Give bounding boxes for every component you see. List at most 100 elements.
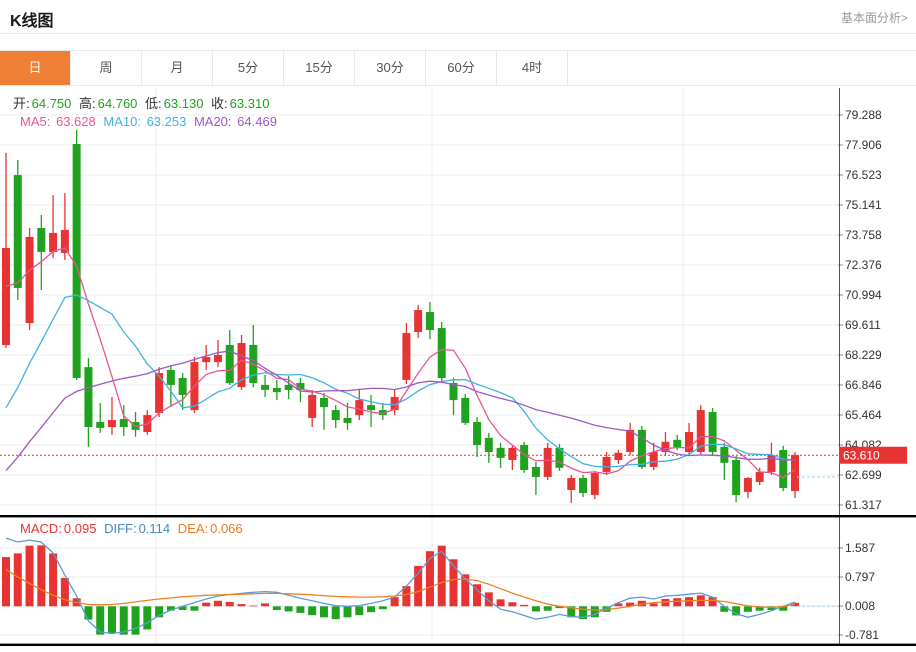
price-axis-label: 75.141 bbox=[845, 198, 882, 212]
price-axis-label: 70.994 bbox=[845, 288, 882, 302]
price-axis-label: 77.906 bbox=[845, 138, 882, 152]
macd-bar bbox=[96, 606, 104, 634]
macd-bar bbox=[296, 606, 304, 613]
macd-bar bbox=[532, 606, 540, 611]
candle-body bbox=[332, 410, 340, 420]
macd-bar bbox=[673, 598, 681, 606]
candle-body bbox=[37, 228, 45, 252]
candle-body bbox=[756, 472, 764, 482]
macd-bar bbox=[2, 557, 10, 606]
tab-month[interactable]: 月 bbox=[142, 51, 213, 85]
macd-bar bbox=[744, 606, 752, 612]
tab-day[interactable]: 日 bbox=[0, 51, 71, 85]
macd-bar bbox=[108, 606, 116, 633]
candle-body bbox=[591, 473, 599, 495]
macd-bar bbox=[26, 546, 34, 607]
candle-body bbox=[84, 367, 92, 427]
page-title: K线图 bbox=[10, 7, 54, 31]
candle-body bbox=[614, 453, 622, 460]
tab-week[interactable]: 周 bbox=[71, 51, 142, 85]
candle-body bbox=[532, 467, 540, 477]
macd-bar bbox=[685, 597, 693, 606]
macd-bar bbox=[332, 606, 340, 619]
macd-axis-label: 1.587 bbox=[845, 541, 875, 555]
period-tabbar: 日 周 月 5分 15分 30分 60分 4时 bbox=[0, 50, 916, 86]
candle-body bbox=[414, 310, 422, 332]
macd-bar bbox=[544, 606, 552, 610]
macd-bar bbox=[190, 606, 198, 610]
candle-body bbox=[579, 478, 587, 493]
candle-body bbox=[179, 378, 187, 395]
macd-bar bbox=[132, 606, 140, 634]
macd-bar bbox=[120, 606, 128, 634]
candle-body bbox=[202, 357, 210, 362]
panel-separator bbox=[0, 644, 916, 646]
candle-body bbox=[638, 430, 646, 467]
macd-bar bbox=[520, 605, 528, 606]
candle-body bbox=[485, 438, 493, 452]
macd-axis-label: -0.781 bbox=[845, 628, 879, 642]
price-axis-label: 65.464 bbox=[845, 408, 882, 422]
macd-bar bbox=[308, 606, 316, 615]
candle-body bbox=[367, 405, 375, 410]
macd-axis-label: 0.797 bbox=[845, 570, 875, 584]
candle-body bbox=[461, 398, 469, 423]
candle-body bbox=[320, 398, 328, 407]
macd-bar bbox=[202, 603, 210, 607]
macd-bar bbox=[143, 606, 151, 629]
panel-separator bbox=[0, 515, 916, 517]
macd-bar bbox=[49, 553, 57, 606]
tab-60min[interactable]: 60分 bbox=[426, 51, 497, 85]
candle-body bbox=[96, 422, 104, 428]
macd-bar bbox=[37, 545, 45, 606]
macd-bar bbox=[650, 603, 658, 606]
macd-bar bbox=[84, 606, 92, 619]
tab-5min[interactable]: 5分 bbox=[213, 51, 284, 85]
price-axis-label: 61.317 bbox=[845, 498, 882, 512]
macd-bar bbox=[355, 606, 363, 615]
candle-body bbox=[308, 395, 316, 418]
macd-bar bbox=[485, 592, 493, 606]
macd-bar bbox=[367, 606, 375, 612]
candle-body bbox=[49, 233, 57, 252]
kline-page: { "header": { "title": "K线图", "link": "基… bbox=[0, 0, 916, 647]
candle-body bbox=[14, 175, 22, 288]
candle-body bbox=[261, 385, 269, 390]
macd-bar bbox=[226, 602, 234, 606]
macd-bar bbox=[414, 566, 422, 606]
candle-body bbox=[344, 418, 352, 423]
macd-axis-label: 0.008 bbox=[845, 599, 875, 613]
macd-bar bbox=[249, 606, 257, 607]
macd-bar bbox=[61, 578, 69, 606]
fundamental-analysis-link[interactable]: 基本面分析> bbox=[841, 9, 908, 26]
current-price-badge-text: 63.610 bbox=[843, 449, 880, 463]
macd-bar bbox=[497, 599, 505, 606]
price-axis-label: 62.699 bbox=[845, 468, 882, 482]
candle-body bbox=[473, 422, 481, 445]
tab-30min[interactable]: 30分 bbox=[355, 51, 426, 85]
candle-body bbox=[673, 440, 681, 447]
candle-body bbox=[167, 370, 175, 385]
candle-body bbox=[108, 420, 116, 427]
candle-body bbox=[744, 478, 752, 492]
macd-bar bbox=[320, 606, 328, 617]
title-divider bbox=[0, 33, 916, 34]
candle-body bbox=[732, 460, 740, 495]
price-axis-label: 76.523 bbox=[845, 168, 882, 182]
macd-bar bbox=[720, 606, 728, 612]
macd-bar bbox=[344, 606, 352, 617]
macd-bar bbox=[14, 553, 22, 606]
tab-4hour[interactable]: 4时 bbox=[497, 51, 568, 85]
macd-bar bbox=[379, 606, 387, 609]
price-axis-label: 72.376 bbox=[845, 258, 882, 272]
macd-bar bbox=[214, 601, 222, 607]
kline-chart-canvas[interactable]: 79.28877.90676.52375.14173.75872.37670.9… bbox=[0, 87, 916, 647]
price-axis-label: 73.758 bbox=[845, 228, 882, 242]
macd-bar bbox=[273, 606, 281, 610]
tab-15min[interactable]: 15分 bbox=[284, 51, 355, 85]
price-axis-label: 69.611 bbox=[845, 318, 881, 332]
candle-body bbox=[214, 355, 222, 362]
candle-body bbox=[273, 388, 281, 392]
candle-body bbox=[438, 328, 446, 378]
candle-body bbox=[567, 478, 575, 490]
